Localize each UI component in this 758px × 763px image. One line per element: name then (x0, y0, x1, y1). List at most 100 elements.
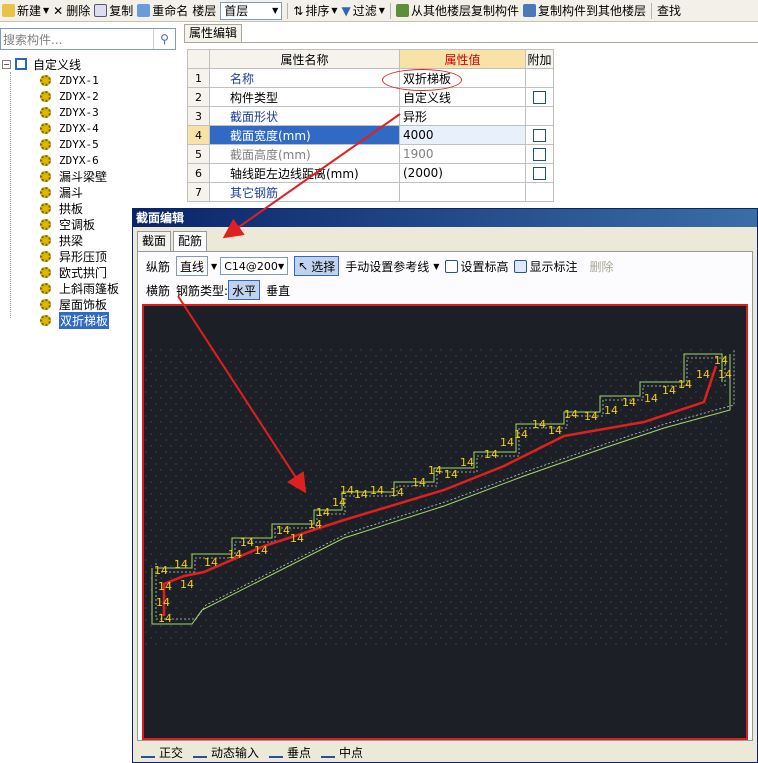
tree-item-label: ZDYX-2 (59, 89, 99, 103)
extra-cell (525, 106, 554, 126)
table-row[interactable]: 5 截面高度(mm) 1900 (187, 144, 554, 164)
tree-item[interactable]: 漏斗 (2, 184, 182, 200)
tab-reinforcement[interactable]: 配筋 (173, 231, 208, 252)
section-drawing[interactable]: 14 141414141414141414141414141414 14 14 1414… (144, 306, 746, 738)
gear-icon (40, 218, 51, 230)
tree-item-label: 屋面饰板 (59, 297, 108, 312)
rebar-label: 14 (180, 578, 194, 591)
extra-header: 附加 (525, 49, 554, 69)
rebar-label: 14 (254, 544, 268, 557)
table-row[interactable]: 3 截面形状 异形 (187, 106, 554, 126)
copy-to-floor-button[interactable]: 复制构件到其他楼层 (521, 1, 648, 21)
line-mode-select[interactable]: 直线 (176, 256, 209, 276)
tree-item[interactable]: ZDYX-4 (2, 120, 182, 136)
rebar-label: 14 (604, 404, 618, 417)
tree-item[interactable]: ZDYX-2 (2, 88, 182, 104)
table-row[interactable]: 7 其它钢筋 (187, 182, 554, 202)
chevron-down-icon: ▼ (272, 6, 279, 15)
property-value[interactable]: 异形 (399, 106, 526, 126)
perpendicular-icon (269, 746, 284, 758)
manual-ref-button[interactable]: 手动设置参考线 (345, 258, 429, 275)
tree-root[interactable]: − 自定义线 (2, 56, 182, 72)
property-name: 截面高度(mm) (209, 144, 400, 164)
extra-checkbox[interactable] (533, 147, 546, 161)
vertical-toggle[interactable]: 垂直 (266, 282, 290, 299)
gear-icon (40, 314, 51, 326)
tree-item-label: 空调板 (59, 217, 96, 232)
rename-button[interactable]: 重命名 (135, 1, 190, 21)
collapse-icon[interactable]: − (2, 59, 11, 69)
table-row[interactable]: 6 轴线距左边线距离(mm) (2000) (187, 163, 554, 183)
filter-button[interactable]: ▼ 过滤 ▼ (340, 1, 387, 21)
property-value[interactable]: 1900 (399, 144, 526, 164)
property-table: 属性名称 属性值 附加 1 名称 双折梯板 2 构件类型 自定义线 3 截面形状 异形 4 截面宽度… (187, 49, 554, 202)
delete-button[interactable]: 删除 (589, 258, 613, 275)
delete-button[interactable]: ✕ 删除 (51, 1, 92, 21)
cursor-icon: ↖ (298, 259, 309, 273)
show-label-button[interactable]: 显示标注 (529, 258, 577, 275)
rebar-label: 14 (548, 424, 562, 437)
rebar-label: 14 (532, 418, 546, 431)
rebar-label: 14 (514, 428, 528, 441)
ortho-icon (141, 746, 155, 758)
chevron-down-icon[interactable]: ▼ (211, 262, 217, 271)
property-rows: 1 名称 双折梯板 2 构件类型 自定义线 3 截面形状 异形 4 截面宽度(mm) 4000 5 截面高… (187, 68, 554, 202)
gear-icon (40, 186, 51, 198)
tree-item[interactable]: ZDYX-5 (2, 136, 182, 152)
chevron-down-icon[interactable]: ▼ (433, 262, 439, 271)
copy-from-floor-button[interactable]: 从其他楼层复制构件 (394, 1, 521, 21)
horizontal-toggle[interactable]: 水平 (228, 280, 261, 300)
gear-icon (40, 170, 51, 182)
tree-item[interactable]: 漏斗梁壁 (2, 168, 182, 184)
extra-checkbox[interactable] (533, 128, 546, 142)
midpoint-icon (321, 746, 336, 758)
rebar-label: 14 (412, 476, 426, 489)
rebar-label: 14 (428, 464, 442, 477)
tree-item[interactable]: ZDYX-1 (2, 72, 182, 88)
perpendicular-snap-toggle[interactable]: 垂点 (269, 744, 311, 761)
property-value[interactable]: 4000 (399, 125, 526, 145)
table-row[interactable]: 1 名称 双折梯板 (187, 68, 554, 88)
search-icon[interactable]: ⚲ (153, 29, 175, 49)
sort-button[interactable]: ⇅ 排序 ▼ (291, 1, 339, 21)
gear-icon (40, 282, 51, 294)
select-button[interactable]: ↖ 选择 (294, 256, 340, 276)
tree-item-label: ZDYX-3 (59, 105, 99, 119)
tree-item-label: ZDYX-5 (59, 137, 99, 151)
gear-icon (40, 74, 51, 86)
row-index: 2 (187, 87, 210, 107)
gear-icon (40, 250, 51, 262)
dynamic-input-toggle[interactable]: 动态输入 (193, 744, 259, 761)
new-button[interactable]: 新建 ▼ (0, 1, 51, 21)
transverse-label: 横筋 (146, 283, 171, 298)
gear-icon (40, 298, 51, 310)
floor-select[interactable]: 首层 ▼ (220, 1, 283, 20)
extra-checkbox[interactable] (533, 166, 546, 180)
rebar-label: 14 (662, 384, 676, 397)
ortho-toggle[interactable]: 正交 (141, 744, 183, 761)
row-index: 6 (187, 163, 210, 183)
tab-section[interactable]: 截面 (137, 231, 172, 251)
bar-spec-input[interactable]: C14@200 ▼ (220, 257, 289, 275)
table-row[interactable]: 2 构件类型 自定义线 (187, 87, 554, 107)
gear-icon (40, 202, 51, 214)
tree-item[interactable]: ZDYX-3 (2, 104, 182, 120)
find-button[interactable]: 查找 (655, 1, 683, 21)
midpoint-snap-toggle[interactable]: 中点 (321, 744, 363, 761)
extra-checkbox[interactable] (533, 90, 546, 104)
tree-item[interactable]: ZDYX-6 (2, 152, 182, 168)
search-input[interactable]: 搜索构件... (1, 31, 153, 48)
set-elevation-button[interactable]: 设置标高 (460, 258, 508, 275)
tab-property-edit[interactable]: 属性编辑 (184, 24, 243, 42)
copy-button[interactable]: 复制 (92, 1, 135, 21)
table-row[interactable]: 4 截面宽度(mm) 4000 (187, 125, 554, 145)
drawing-canvas[interactable]: 14 14 14 14 14 14 14 14 14 14 14 14 14 14 14 14 14 14 14 14… (142, 304, 748, 740)
copy-from-floor-icon (395, 4, 409, 17)
search-box[interactable]: 搜索构件... ⚲ (0, 28, 176, 50)
chevron-down-icon: ▼ (331, 6, 338, 15)
rebar-label: 14 (154, 564, 168, 577)
set-elevation-icon (445, 259, 459, 273)
property-value[interactable] (399, 182, 526, 202)
property-value[interactable]: (2000) (399, 163, 526, 183)
floor-label: 楼层 (192, 4, 217, 18)
